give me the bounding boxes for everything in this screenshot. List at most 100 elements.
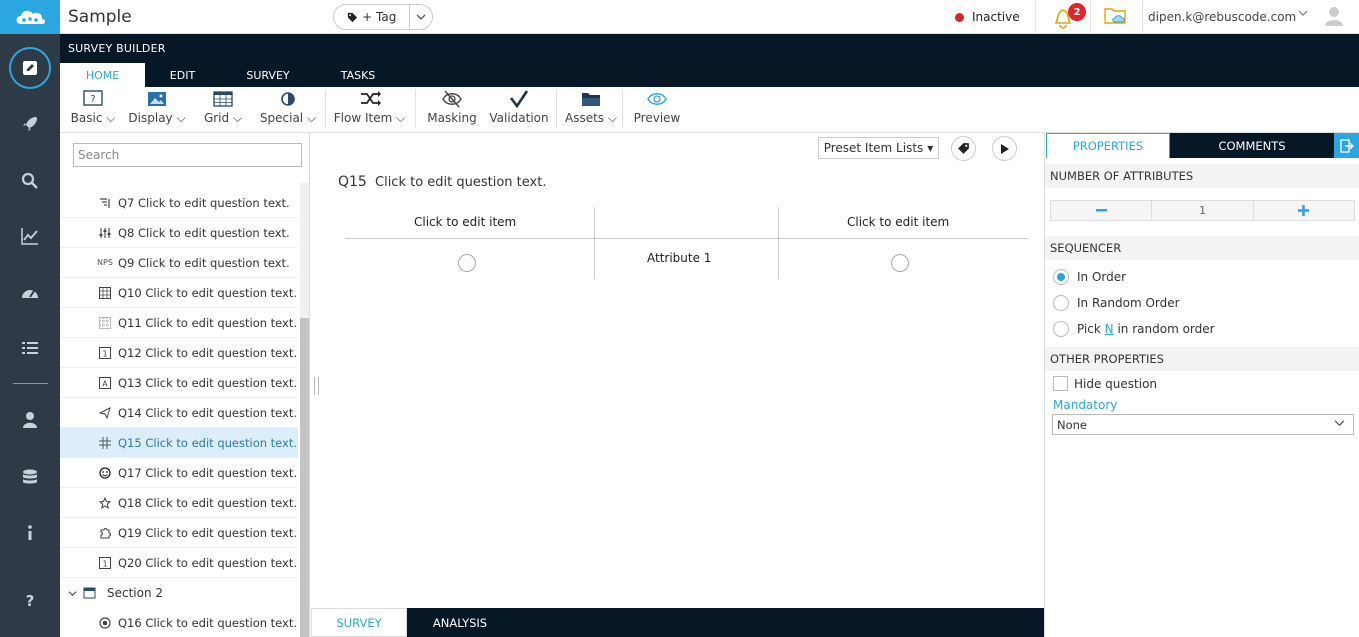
radio-selected[interactable] xyxy=(1053,269,1069,285)
grid-menu-button[interactable]: Grid ⌵ xyxy=(200,89,246,129)
tag-icon xyxy=(958,143,969,154)
folder-icon xyxy=(582,93,600,106)
collapse-panel-button[interactable] xyxy=(1334,133,1359,158)
question-text[interactable]: Click to edit question text. xyxy=(375,175,546,190)
attribute-label[interactable]: Attribute 1 xyxy=(647,251,711,265)
numeric-grid-icon: 1 xyxy=(94,556,116,569)
hide-question-checkbox[interactable]: Hide question xyxy=(1053,376,1157,391)
list-item[interactable]: 1 Q12 Click to edit question text. xyxy=(60,338,298,368)
sequencer-in-order[interactable]: In Order xyxy=(1053,269,1126,285)
user-email[interactable]: dipen.k@rebuscode.com xyxy=(1148,10,1296,24)
special-menu-button[interactable]: Special ⌵ xyxy=(258,89,318,129)
question-label: Q19 Click to edit question text. xyxy=(118,525,298,540)
logo[interactable] xyxy=(0,0,60,34)
nav-users[interactable] xyxy=(0,400,60,440)
list-item[interactable]: Q11 Click to edit question text. xyxy=(60,308,298,338)
eye-icon xyxy=(647,93,667,105)
list-item[interactable]: Q10 Click to edit question text. xyxy=(60,278,298,308)
nav-help[interactable]: ? xyxy=(0,580,60,620)
decrement-button[interactable] xyxy=(1051,201,1153,220)
nav-list[interactable] xyxy=(0,328,60,368)
list-item[interactable]: A Q13 Click to edit question text. xyxy=(60,368,298,398)
grid-divider xyxy=(594,207,595,279)
survey-title[interactable]: Sample xyxy=(68,7,132,27)
question-number: Q15 xyxy=(338,174,367,190)
survey-status[interactable]: Inactive xyxy=(955,10,1020,24)
question-search-input[interactable] xyxy=(73,143,302,167)
question-label: Q7 Click to edit question text. xyxy=(118,195,290,210)
question-canvas: Preset Item Lists ▾ Q15 Click to edit qu… xyxy=(311,133,1044,608)
tag-dropdown[interactable] xyxy=(410,14,432,20)
tab-properties[interactable]: PROPERTIES xyxy=(1046,133,1170,158)
image-icon xyxy=(148,92,166,106)
assets-menu-button[interactable]: Assets ⌵ xyxy=(563,89,619,129)
list-item[interactable]: Q17 Click to edit question text. xyxy=(60,458,298,488)
list-item[interactable]: Q16 Click to edit question text. xyxy=(60,608,298,637)
info-icon xyxy=(28,525,32,540)
question-label: Q15 Click to edit question text. xyxy=(118,435,298,450)
builder-title: SURVEY BUILDER xyxy=(68,42,166,55)
puzzle-icon xyxy=(94,527,116,539)
tab-comments[interactable]: COMMENTS xyxy=(1170,133,1334,158)
left-item-label[interactable]: Click to edit item xyxy=(414,215,516,229)
list-item[interactable]: Q8 Click to edit question text. xyxy=(60,218,298,248)
basic-menu-button[interactable]: ? Basic ⌵ xyxy=(70,89,116,129)
tab-survey-bottom[interactable]: SURVEY xyxy=(311,608,407,637)
sequencer-random-order[interactable]: In Random Order xyxy=(1053,295,1180,311)
list-item[interactable]: 1 Q20 Click to edit question text. xyxy=(60,548,298,578)
display-menu-button[interactable]: Display ⌵ xyxy=(128,89,186,129)
nav-dashboard[interactable] xyxy=(0,273,60,313)
scrollbar-thumb[interactable] xyxy=(300,318,309,637)
nav-search[interactable] xyxy=(0,161,60,201)
tab-analysis[interactable]: ANALYSIS xyxy=(411,608,509,637)
right-radio[interactable] xyxy=(891,254,909,272)
user-icon xyxy=(23,412,37,428)
increment-button[interactable] xyxy=(1254,201,1354,220)
attributes-stepper[interactable]: 1 xyxy=(1050,200,1355,221)
chevron-down-icon xyxy=(416,14,426,20)
other-properties-heading: OTHER PROPERTIES xyxy=(1045,347,1359,371)
mandatory-select[interactable]: None xyxy=(1052,414,1354,435)
tag-question-button[interactable] xyxy=(951,136,976,161)
right-item-label[interactable]: Click to edit item xyxy=(847,215,949,229)
list-item[interactable]: Q7 Click to edit question text. xyxy=(60,188,298,218)
list-item[interactable]: Q18 Click to edit question text. xyxy=(60,488,298,518)
play-preview-button[interactable] xyxy=(992,136,1017,161)
section-header[interactable]: Section 2 xyxy=(60,578,298,608)
folder-cloud-icon[interactable] xyxy=(1103,5,1129,27)
flow-item-menu-button[interactable]: Flow Item ⌵ xyxy=(332,89,407,129)
list-item[interactable]: NPS Q9 Click to edit question text. xyxy=(60,248,298,278)
masking-button[interactable]: Masking xyxy=(424,89,480,129)
tab-survey[interactable]: SURVEY xyxy=(228,63,308,87)
radio-unselected[interactable] xyxy=(1053,321,1069,337)
nav-database[interactable] xyxy=(0,458,60,498)
chevron-down-icon[interactable] xyxy=(1298,9,1308,17)
validation-button[interactable]: Validation xyxy=(488,89,550,129)
hash-grid-icon xyxy=(94,436,116,449)
mandatory-label: Mandatory xyxy=(1053,398,1118,412)
avatar[interactable] xyxy=(1323,5,1345,27)
attributes-count[interactable]: 1 xyxy=(1152,201,1254,220)
svg-text:?: ? xyxy=(90,94,95,105)
add-tag-button[interactable]: + Tag xyxy=(333,4,433,30)
sequencer-pick-n[interactable]: Pick N in random order xyxy=(1053,321,1215,337)
sequencer-heading: SEQUENCER xyxy=(1045,236,1359,260)
tab-home[interactable]: HOME xyxy=(60,63,145,87)
nav-launch[interactable] xyxy=(0,104,60,144)
panel-resize-handle[interactable] xyxy=(314,377,319,395)
pick-n-link[interactable]: N xyxy=(1105,322,1114,336)
nav-info[interactable] xyxy=(0,513,60,553)
tab-tasks[interactable]: TASKS xyxy=(318,63,398,87)
add-tag-label-wrap[interactable]: + Tag xyxy=(334,5,411,29)
checkbox[interactable] xyxy=(1053,376,1068,391)
list-item[interactable]: Q15 Click to edit question text. xyxy=(60,428,298,458)
nav-survey-edit[interactable] xyxy=(0,47,60,89)
list-item[interactable]: Q14 Click to edit question text. xyxy=(60,398,298,428)
radio-unselected[interactable] xyxy=(1053,295,1069,311)
tab-edit[interactable]: EDIT xyxy=(145,63,220,87)
preset-item-lists-dropdown[interactable]: Preset Item Lists ▾ xyxy=(818,137,939,159)
left-radio[interactable] xyxy=(458,254,476,272)
list-item[interactable]: Q19 Click to edit question text. xyxy=(60,518,298,548)
preview-button[interactable]: Preview xyxy=(630,89,684,129)
nav-analytics[interactable] xyxy=(0,216,60,256)
